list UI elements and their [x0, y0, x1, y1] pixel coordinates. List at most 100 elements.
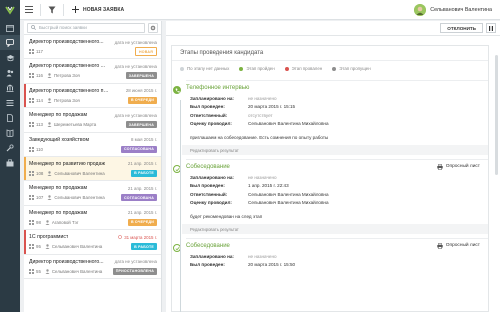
- pause-icon: [489, 25, 493, 31]
- priority-bar: [24, 83, 26, 108]
- graduation-cap-icon: [6, 54, 14, 61]
- chat-icon: [6, 38, 14, 47]
- stage-marker: [173, 86, 181, 94]
- new-request-label: НОВАЯ ЗАЯВКА: [83, 6, 125, 13]
- edit-result-label: Редактировать результат: [190, 147, 239, 153]
- list-item[interactable]: 1С программист 31 марта 2015 г. 95 Сельв…: [24, 230, 161, 255]
- user-menu[interactable]: Сельванович Валентина: [414, 3, 500, 16]
- rail-item-list[interactable]: [0, 95, 20, 110]
- list-item[interactable]: Директор производственного... дата не ус…: [24, 35, 161, 60]
- stage-field-value: 1 апр. 2015 г. 22:43: [248, 183, 289, 189]
- check-icon: [175, 167, 180, 171]
- grid-icon: [29, 122, 34, 128]
- list-item[interactable]: Директор производственного пред... 28 ию…: [24, 83, 161, 109]
- legend-item: Этап пропущен: [332, 66, 371, 71]
- responsible: Сельванович Валентина: [45, 269, 102, 274]
- stage-header: Телефонное интервью: [173, 81, 488, 94]
- list-item-date: 21 апр. 2015 г.: [128, 186, 157, 191]
- candidates-count-value: 108: [36, 170, 44, 176]
- person-icon: [47, 73, 52, 79]
- stage-field-value: 20 марта 2015 г. 15:50: [248, 262, 296, 268]
- grid-icon: [29, 195, 34, 201]
- status-badge: СОГЛАСОВАНА: [121, 145, 157, 153]
- decline-button[interactable]: ОТКЛОНИТЬ: [440, 23, 483, 33]
- status-badge: СОГЛАСОВАНА: [121, 194, 157, 202]
- candidates-count: 116: [29, 73, 43, 79]
- wrench-icon: [6, 143, 14, 151]
- legend-dot: [332, 66, 337, 71]
- stage-header: Собеседование Опросный лист: [173, 239, 488, 252]
- stages-title: Этапы проведения кандидата: [172, 46, 488, 61]
- list-item[interactable]: Директор производственного ... дата не у…: [24, 59, 161, 84]
- rail-item-organization[interactable]: [0, 80, 20, 95]
- legend-item: Этап провален: [284, 66, 323, 71]
- stage-field: Запланировано на: не назначено: [190, 94, 488, 103]
- scrollbar-thumb[interactable]: [495, 55, 498, 175]
- stage-field-value: Сельванович Валентина Михайловна: [248, 191, 329, 197]
- list-item-date: дата не установлена: [115, 40, 157, 45]
- stage-field-value: Сельванович Валентина Михайловна: [248, 200, 329, 206]
- list-item-title: Заведующий хозяйством: [29, 136, 90, 143]
- search-input[interactable]: Быстрый поиск заявки: [27, 22, 145, 33]
- list-item-date-text: дата не установлена: [114, 112, 157, 118]
- grid-icon: [29, 219, 34, 225]
- rail-item-settings[interactable]: [0, 140, 20, 155]
- stage-field-label: Ответственный:: [190, 191, 228, 197]
- rail-item-book[interactable]: [0, 125, 20, 140]
- responsible: Сельванович Валентина: [47, 195, 105, 201]
- candidates-count-value: 107: [36, 195, 44, 201]
- pause-button[interactable]: [486, 23, 496, 33]
- questionnaire-link[interactable]: Опросный лист: [437, 163, 480, 170]
- stage-block: Собеседование Опросный лист Запланирован…: [172, 238, 488, 269]
- scrollbar[interactable]: [495, 45, 499, 312]
- list-item-title: Директор производственного ...: [29, 63, 105, 70]
- rail-item-calendar[interactable]: [0, 20, 20, 35]
- list-item[interactable]: Менеджер по развитию продаж 21 апр. 2015…: [24, 156, 161, 182]
- stage-field-label: Был проведен:: [190, 183, 225, 189]
- list-item[interactable]: Директор производственного... дата не ус…: [24, 255, 161, 279]
- filter-button[interactable]: [43, 0, 61, 20]
- list-item[interactable]: Менеджер по продажам дата не установлена…: [24, 108, 161, 133]
- legend-label: Этап провален: [291, 66, 323, 71]
- edit-result-link[interactable]: Редактировать результат: [182, 224, 488, 234]
- stage-field-value: 20 марта 2015 г. 15:15: [248, 104, 296, 110]
- status-badge: В РАБОТЕ: [131, 169, 157, 177]
- legend-dot: [180, 66, 184, 71]
- list-item-date: 21 апр. 2015 г.: [128, 161, 157, 166]
- stage-fields: Запланировано на: не назначено Был прове…: [186, 94, 488, 128]
- menu-button[interactable]: [20, 0, 38, 20]
- rail-item-people[interactable]: [0, 65, 20, 80]
- list-item[interactable]: Менеджер по продажам 21 апр. 2015 г. 107…: [24, 181, 161, 206]
- list-item[interactable]: Заведующий хозяйством 8 мая 2015 г. 110 …: [24, 133, 161, 157]
- stage-block: Телефонное интервью Запланировано на: не…: [172, 80, 488, 155]
- list-item-meta: 117: [29, 49, 43, 54]
- list-item-date-text: 21 апр. 2015 г.: [127, 185, 157, 191]
- rail-item-archive[interactable]: [0, 155, 20, 170]
- priority-bar: [24, 230, 26, 254]
- rail-item-education[interactable]: [0, 50, 20, 65]
- plus-icon: [72, 6, 79, 13]
- calendar-icon: [6, 24, 14, 32]
- candidates-count-value: 113: [36, 122, 43, 128]
- list-settings-button[interactable]: [148, 22, 158, 33]
- stage-field-label: Оценку проводил:: [190, 121, 232, 127]
- list-item[interactable]: Менеджер по продажам 21 апр. 2015 г. 98 …: [24, 206, 161, 231]
- stage-name: Собеседование: [186, 163, 230, 170]
- questionnaire-link[interactable]: Опросный лист: [437, 242, 480, 249]
- person-icon: [45, 220, 50, 225]
- detail-panel: ОТКЛОНИТЬ Этапы проведения кандидата По …: [166, 21, 500, 312]
- legend-dot: [284, 66, 289, 71]
- legend-label: Этап пропущен: [339, 66, 371, 71]
- rail-item-reports[interactable]: [0, 110, 20, 125]
- new-request-button[interactable]: НОВАЯ ЗАЯВКА: [66, 6, 130, 13]
- legend-dot: [239, 66, 244, 71]
- list-item-date-text: 28 июня 2015 г.: [125, 88, 157, 94]
- candidates-count-value: 55: [36, 268, 41, 274]
- edit-result-link[interactable]: Редактировать результат: [182, 145, 488, 155]
- candidates-count-value: 117: [36, 49, 43, 54]
- rail-item-requests[interactable]: [0, 35, 20, 50]
- app-logo[interactable]: [0, 0, 20, 20]
- candidates-count: 107: [29, 195, 44, 201]
- list-item-date-text: дата не установлена: [114, 259, 157, 265]
- list-item-meta: 110: [29, 146, 43, 152]
